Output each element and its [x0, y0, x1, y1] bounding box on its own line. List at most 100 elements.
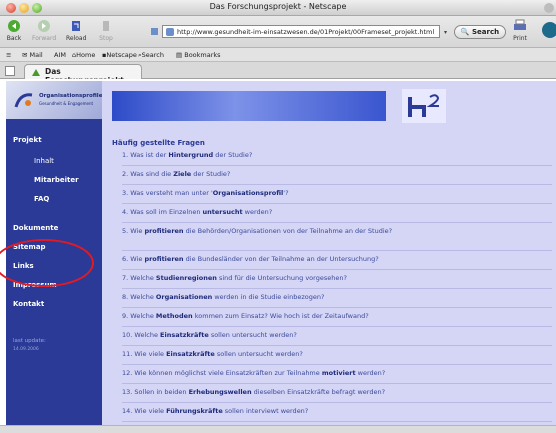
faq-text: Wie viele [134, 350, 167, 358]
faq-separator [122, 345, 552, 346]
netscape-label: Netscape [106, 51, 137, 59]
url-dropdown-icon[interactable]: ▾ [444, 29, 447, 36]
sidebar-item-faq[interactable]: FAQ [34, 195, 49, 203]
faq-question-item[interactable]: 2. Was sind die Ziele der Studie? [122, 170, 542, 179]
faq-question-item[interactable]: 8. Welche Organisationen werden in die S… [122, 293, 542, 302]
faq-question-item[interactable]: 5. Wie profitieren die Behörden/Organisa… [122, 227, 542, 236]
title-bar: Das Forschungsprojekt - Netscape [0, 0, 556, 16]
faq-separator [122, 222, 552, 223]
faq-keyword: Studienregionen [155, 274, 217, 282]
reload-button[interactable]: Reload [66, 19, 86, 42]
new-tab-button[interactable] [5, 66, 15, 76]
bookmarks-panel-icon[interactable]: ≡ [6, 51, 11, 59]
search-label: Search [472, 28, 500, 36]
faq-text: Wie können möglichst viele Einsatzkräfte… [134, 369, 322, 377]
status-bar [0, 425, 556, 433]
faq-question-item[interactable]: 12. Wie können möglichst viele Einsatzkr… [122, 369, 542, 378]
logo-title: Organisationsprofile [39, 93, 103, 99]
faq-separator [122, 288, 552, 289]
mail-link[interactable]: ✉ Mail [22, 51, 43, 59]
bookmarks-link[interactable]: ▤ Bookmarks [176, 51, 221, 59]
page-proxy-icon[interactable] [150, 27, 159, 36]
faq-question-item[interactable]: 1. Was ist der Hintergrund der Studie? [122, 151, 542, 160]
forward-button[interactable]: Forward [32, 19, 56, 42]
mail-label: Mail [29, 51, 43, 59]
faq-question-item[interactable]: 4. Was soll im Einzelnen untersucht werd… [122, 208, 542, 217]
forward-arrow-icon [38, 20, 51, 32]
search-link[interactable]: ⌕Search [138, 51, 164, 60]
faq-separator [122, 402, 552, 403]
netscape-throbber-icon[interactable] [540, 21, 556, 39]
faq-content: Häufig gestellte Fragen 1. Was ist der H… [102, 81, 556, 433]
faq-text: Wie [130, 255, 145, 263]
faq-separator [122, 269, 552, 270]
faq-separator [122, 421, 552, 422]
faq-text: dieselben Einsatzkräfte befragt werden? [251, 388, 386, 396]
search-link-label: Search [141, 51, 164, 59]
bookmarks-icon: ▤ [176, 51, 183, 59]
faq-question-item[interactable]: 11. Wie viele Einsatzkräfte sollen unter… [122, 350, 542, 359]
aim-link[interactable]: AIM [54, 51, 66, 59]
page-viewport: Organisationsprofile Gesundheit & Engage… [0, 79, 556, 433]
faq-keyword: profitieren [144, 227, 184, 235]
home-link[interactable]: ⌂Home [72, 51, 95, 59]
sidebar-item-mitarbeiter[interactable]: Mitarbeiter [34, 176, 79, 184]
logo-subtitle: Gesundheit & Engagement [39, 101, 94, 106]
faq-text: werden in die Studie einbezogen? [212, 293, 325, 301]
personal-toolbar: ≡ ✉ Mail AIM ⌂Home ▪Netscape ⌕Search ▤ B… [0, 48, 556, 62]
site-logo[interactable]: Organisationsprofile Gesundheit & Engage… [6, 81, 102, 119]
stop-label: Stop [99, 35, 113, 42]
faq-keyword: untersucht [202, 208, 243, 216]
faq-heading: Häufig gestellte Fragen [112, 139, 205, 147]
faq-keyword: Einsatzkräfte [160, 331, 209, 339]
logo-mark-icon [14, 93, 33, 108]
faq-text: die Behörden/Organisationen von der Teil… [183, 227, 393, 235]
print-button[interactable]: Print [512, 19, 528, 42]
last-update-label: last update: [13, 338, 46, 344]
faq-text: Was ist der [130, 151, 169, 159]
faq-number: 10. [122, 331, 133, 339]
faq-text: Welche [130, 274, 156, 282]
sidebar-item-projekt[interactable]: Projekt [13, 136, 42, 144]
faq-number: 11. [122, 350, 133, 358]
stop-button[interactable]: Stop [98, 19, 114, 42]
site-icon [166, 28, 174, 36]
tab-bar: Das Forschungsprojekt [0, 62, 556, 85]
faq-question-item[interactable]: 7. Welche Studienregionen sind für die U… [122, 274, 542, 283]
url-field[interactable]: http://www.gesundheit-im-einsatzwesen.de… [162, 25, 440, 38]
sidebar-item-inhalt[interactable]: Inhalt [34, 157, 54, 165]
mail-icon: ✉ [22, 51, 28, 59]
faq-question-item[interactable]: 14. Wie viele Führungskräfte sollen inte… [122, 407, 542, 416]
search-icon: 🔍 [460, 28, 470, 36]
faq-text: Wie [130, 227, 145, 235]
header-banner [112, 91, 386, 121]
navigation-toolbar: Back Forward Reload Stop http://www.gesu… [0, 16, 556, 48]
faq-separator [122, 250, 552, 251]
faq-question-item[interactable]: 13. Sollen in beiden Erhebungswellen die… [122, 388, 542, 397]
faq-text: Welche [134, 331, 161, 339]
faq-keyword: Erhebungswellen [188, 388, 252, 396]
search-button[interactable]: 🔍 Search [454, 25, 506, 39]
faq-separator [122, 383, 552, 384]
faq-question-item[interactable]: 6. Wie profitieren die Bundesländer von … [122, 255, 542, 264]
faq-question-item[interactable]: 10. Welche Einsatzkräfte sollen untersuc… [122, 331, 542, 340]
toolbar-toggle-button[interactable] [544, 3, 554, 13]
reload-label: Reload [66, 35, 87, 42]
faq-text: Was sind die [130, 170, 174, 178]
faq-keyword: Ziele [173, 170, 192, 178]
faq-keyword: motiviert [321, 369, 356, 377]
netscape-link[interactable]: ▪Netscape [102, 51, 137, 59]
tab-das-forschungsprojekt[interactable]: Das Forschungsprojekt [24, 64, 142, 85]
faq-keyword: Organisationsprofil [212, 189, 284, 197]
sidebar-item-dokumente[interactable]: Dokumente [13, 224, 58, 232]
sidebar-item-kontakt[interactable]: Kontakt [13, 300, 44, 308]
back-button[interactable]: Back [6, 19, 22, 42]
faq-text: '? [283, 189, 289, 197]
faq-number: 13. [122, 388, 133, 396]
url-text: http://www.gesundheit-im-einsatzwesen.de… [177, 28, 435, 36]
faq-keyword: Führungskräfte [166, 407, 223, 415]
faq-separator [122, 165, 552, 166]
faq-question-item[interactable]: 9. Welche Methoden kommen zum Einsatz? W… [122, 312, 542, 321]
faq-text: der Studie? [213, 151, 253, 159]
faq-question-item[interactable]: 3. Was versteht man unter 'Organisations… [122, 189, 542, 198]
